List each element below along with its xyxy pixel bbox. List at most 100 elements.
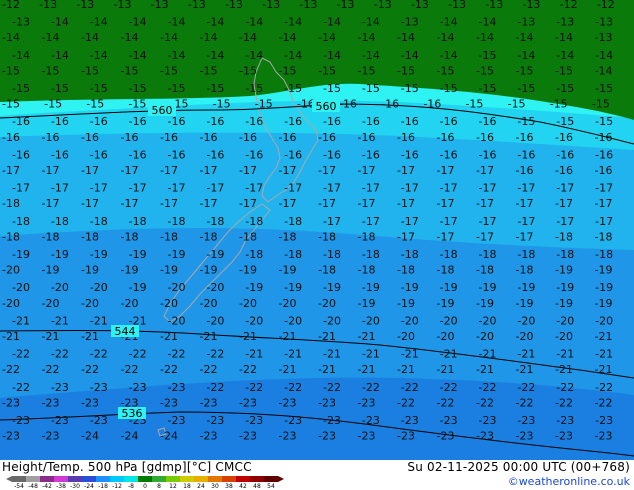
temperature-value: -22	[401, 381, 419, 394]
temperature-value: -17	[476, 197, 494, 210]
temperature-value: -23	[42, 430, 60, 443]
temperature-value: -16	[168, 115, 186, 128]
temperature-value: -18	[12, 215, 30, 228]
temperature-value: -14	[42, 31, 60, 44]
temperature-value: -16	[81, 131, 99, 144]
temperature-value: -22	[200, 363, 218, 376]
temperature-value: -13	[401, 16, 419, 29]
temperature-value: -15	[516, 64, 534, 77]
colorbar-swatch	[40, 476, 54, 482]
temperature-value: -15	[86, 98, 104, 111]
temperature-value: -17	[90, 182, 108, 195]
temperature-value: -17	[81, 197, 99, 210]
temperature-value: -17	[437, 230, 455, 243]
temperature-value: -16	[51, 115, 69, 128]
colorbar-swatch	[138, 476, 152, 482]
temperature-value: -22	[206, 348, 224, 361]
temperature-value: -20	[284, 314, 302, 327]
temperature-value: -20	[556, 314, 574, 327]
temperature-value: -14	[362, 49, 380, 62]
temperature-value: -14	[440, 16, 458, 29]
colorbar-swatch	[166, 476, 180, 482]
temperature-value: -18	[2, 197, 20, 210]
temperature-value: -20	[239, 297, 257, 310]
colorbar-swatch	[124, 476, 138, 482]
map-title: Height/Temp. 500 hPa [gdmp][°C] CMCC	[2, 460, 252, 474]
temperature-value: -23	[318, 396, 336, 409]
temperature-value: -20	[206, 281, 224, 294]
temperature-value: -22	[160, 363, 178, 376]
temperature-value: -20	[318, 297, 336, 310]
temperature-value: -23	[42, 396, 60, 409]
temperature-value: -20	[279, 297, 297, 310]
temperature-value: -23	[90, 414, 108, 427]
temperature-value: -15	[44, 98, 62, 111]
temperature-value: -21	[516, 363, 534, 376]
temperature-value: -18	[362, 248, 380, 261]
temperature-value: -22	[2, 363, 20, 376]
temperature-value: -18	[42, 230, 60, 243]
temperature-value: -15	[358, 64, 376, 77]
temperature-value: -23	[200, 430, 218, 443]
temperature-value: -15	[437, 64, 455, 77]
temperature-value: -15	[81, 64, 99, 77]
temperature-value: -14	[168, 49, 186, 62]
colorbar-swatch	[250, 476, 264, 482]
temperature-value: -16	[555, 164, 573, 177]
temperature-value: -17	[284, 182, 302, 195]
temperature-value: -15	[508, 98, 526, 111]
colorbar-tick: 42	[239, 483, 247, 489]
temperature-value: -16	[476, 131, 494, 144]
temperature-value: -21	[555, 363, 573, 376]
temperature-value: -19	[206, 248, 224, 261]
colorbar-tick: -18	[98, 483, 108, 489]
temperature-value: -17	[279, 164, 297, 177]
temperature-value: -19	[595, 297, 613, 310]
temperature-value: -16	[517, 148, 535, 161]
temperature-value: -23	[516, 430, 534, 443]
temperature-value: -21	[595, 348, 613, 361]
temperature-value: -19	[129, 248, 147, 261]
color-scale-legend: -54 -48 -42 -38 -30 -24 -18 -12 -8 0 8 12 18 24 30 38 42…	[6, 476, 284, 489]
temperature-value: -23	[401, 414, 419, 427]
temperature-value: -18	[284, 248, 302, 261]
temperature-value: -19	[595, 264, 613, 277]
temperature-value: -15	[397, 64, 415, 77]
temperature-value: -19	[479, 281, 497, 294]
temperature-value: -14	[397, 31, 415, 44]
temperature-value: -19	[555, 264, 573, 277]
temperature-value: -13	[556, 16, 574, 29]
temperature-value: -21	[323, 348, 341, 361]
temperature-value: -20	[51, 281, 69, 294]
colorbar-tick: 54	[267, 483, 275, 489]
temperature-value: -23	[595, 414, 613, 427]
temperature-value: -23	[517, 414, 535, 427]
temperature-value: -13	[374, 0, 392, 11]
temperature-value: -17	[479, 215, 497, 228]
temperature-value: -16	[239, 131, 257, 144]
temperature-value: -16	[423, 98, 441, 111]
temperature-value: -14	[401, 49, 419, 62]
credit-link[interactable]: ©weatheronline.co.uk	[508, 475, 630, 488]
colorbar-swatch	[236, 476, 250, 482]
temperature-value: -13	[151, 0, 169, 11]
temperature-value: -17	[516, 230, 534, 243]
temperature-value: -16	[245, 115, 263, 128]
temperature-value: -16	[555, 131, 573, 144]
temperature-value: -13	[411, 0, 429, 11]
temperature-value: -16	[479, 148, 497, 161]
temperature-value: -14	[81, 31, 99, 44]
temperature-value: -15	[401, 82, 419, 95]
temperature-value: -15	[239, 64, 257, 77]
temperature-value: -18	[595, 248, 613, 261]
temperature-value: -18	[595, 230, 613, 243]
temperature-value: -16	[2, 131, 20, 144]
temperature-value: -18	[555, 230, 573, 243]
temperature-value: -23	[555, 430, 573, 443]
temperature-value: -22	[206, 381, 224, 394]
temperature-value: -19	[516, 297, 534, 310]
temperature-value: -19	[440, 281, 458, 294]
temperature-value: -17	[556, 182, 574, 195]
temperature-value: -16	[12, 115, 30, 128]
colorbar-swatch	[110, 476, 124, 482]
